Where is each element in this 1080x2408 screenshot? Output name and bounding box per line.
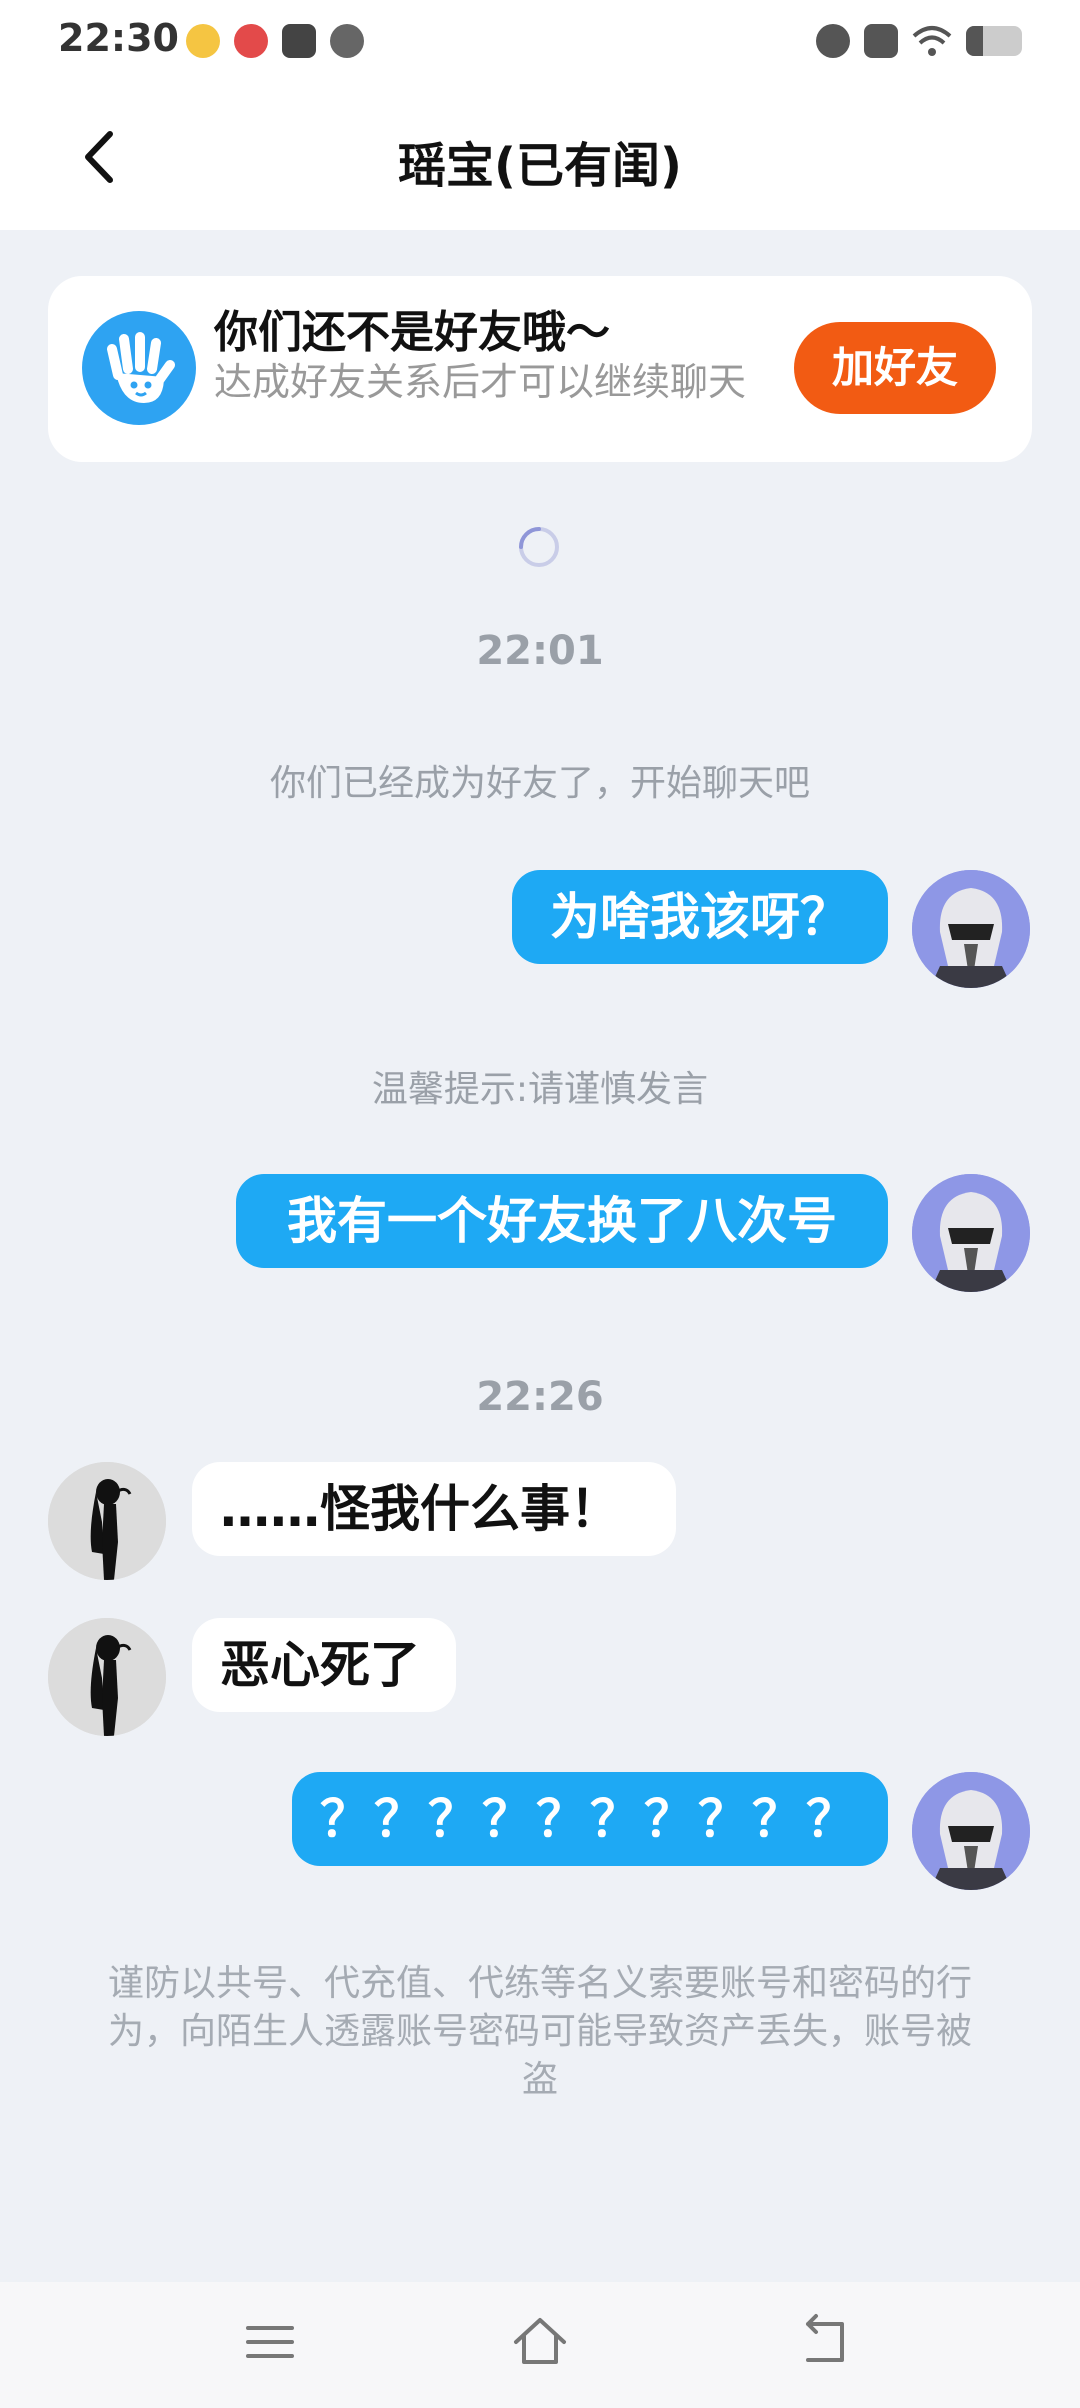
robot-avatar-icon	[912, 1174, 1030, 1292]
robot-avatar-icon	[912, 870, 1030, 988]
mail-icon	[282, 24, 316, 58]
not-friends-notice: 你们还不是好友哦～ 达成好友关系后才可以继续聊天 加好友	[48, 276, 1032, 462]
silhouette-avatar-icon	[48, 1462, 166, 1580]
wave-hand-icon	[82, 311, 196, 425]
avatar[interactable]	[48, 1462, 166, 1580]
message-bubble-out[interactable]: ？？？？？？？？？？	[292, 1772, 888, 1866]
menu-icon[interactable]	[240, 2312, 300, 2372]
status-time: 22:30	[58, 16, 179, 60]
message-bubble-out[interactable]: 我有一个好友换了八次号	[236, 1174, 888, 1268]
message-bubble-out[interactable]: 为啥我该呀？	[512, 870, 888, 964]
chat-header: 瑶宝(已有闺)	[0, 84, 1080, 230]
loading-spinner-icon	[519, 527, 559, 567]
notice-title: 你们还不是好友哦～	[214, 307, 610, 358]
time-label: 22:01	[476, 628, 604, 674]
system-message: 你们已经成为好友了，开始聊天吧	[269, 763, 810, 804]
system-nav-bar	[0, 2282, 1080, 2408]
page-title: 瑶宝(已有闺)	[398, 138, 682, 194]
status-bar: 22:30	[0, 0, 1080, 84]
avatar[interactable]	[912, 870, 1030, 988]
message-bubble-in[interactable]: 恶心死了	[192, 1618, 456, 1712]
message-bubble-in[interactable]: ……怪我什么事！	[192, 1462, 676, 1556]
back-icon[interactable]	[796, 2312, 856, 2372]
app-icon-1	[186, 24, 220, 58]
avatar[interactable]	[48, 1618, 166, 1736]
app-icon-2	[234, 24, 268, 58]
status-icons-right	[816, 24, 1022, 58]
battery-fill	[966, 26, 983, 56]
tip-message: 温馨提示:请谨慎发言	[371, 1069, 709, 1110]
robot-avatar-icon	[912, 1772, 1030, 1890]
add-friend-button[interactable]: 加好友	[794, 322, 996, 414]
home-icon[interactable]	[510, 2312, 570, 2372]
status-icons-left	[186, 24, 364, 58]
alarm-icon	[816, 24, 850, 58]
wifi-icon	[912, 26, 952, 56]
notice-subtitle: 达成好友关系后才可以继续聊天	[214, 360, 747, 404]
time-label: 22:26	[476, 1374, 604, 1420]
silhouette-avatar-icon	[48, 1618, 166, 1736]
avatar[interactable]	[912, 1772, 1030, 1890]
security-warning: 谨防以共号、代充值、代练等名义索要账号和密码的行为，向陌生人透露账号密码可能导致…	[107, 1963, 972, 2100]
app-icon-3	[330, 24, 364, 58]
battery-icon	[966, 26, 1022, 56]
avatar[interactable]	[912, 1174, 1030, 1292]
x-icon	[864, 24, 898, 58]
